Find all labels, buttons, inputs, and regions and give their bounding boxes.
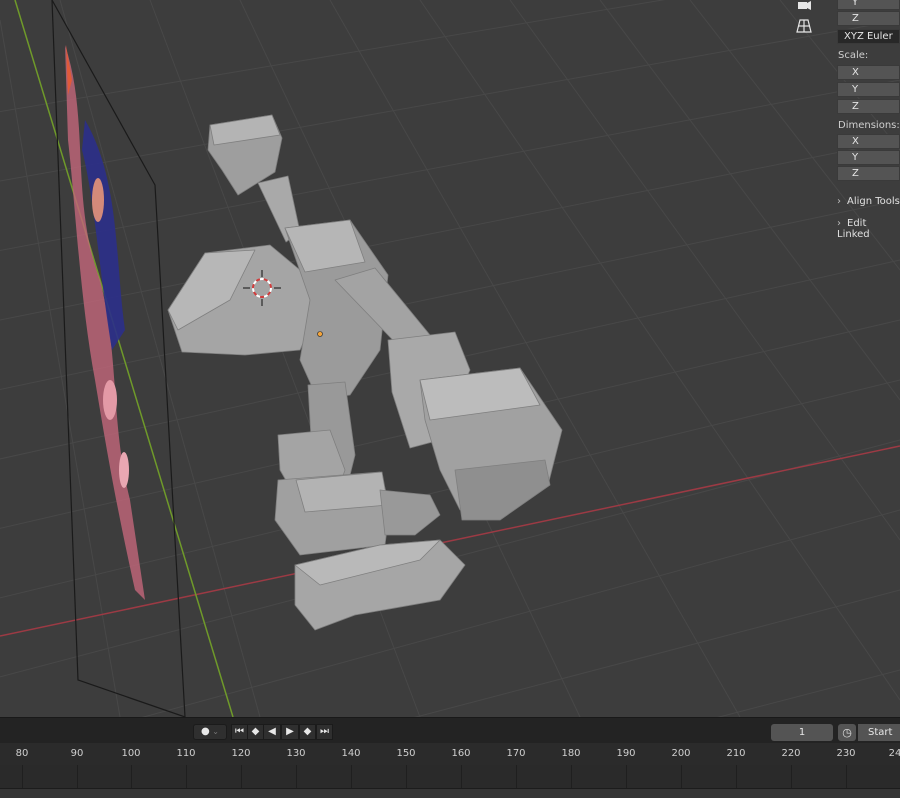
frame-gridline	[461, 765, 462, 789]
dimensions-label: Dimensions:	[838, 120, 900, 131]
play-reverse-icon: ◀	[268, 726, 276, 737]
ruler-tick: 190	[616, 748, 636, 759]
chevron-right-icon: ›	[837, 218, 841, 229]
ruler-tick: 170	[506, 748, 526, 759]
dimension-y-field[interactable]: Y	[837, 150, 900, 165]
scale-y-field[interactable]: Y	[837, 82, 900, 97]
ruler-tick: 130	[286, 748, 306, 759]
ruler-tick: 140	[341, 748, 361, 759]
edit-linked-panel[interactable]: › Edit Linked	[837, 218, 900, 240]
frame-gridline	[22, 765, 23, 789]
chevron-right-icon: ›	[837, 196, 841, 207]
object-origin	[317, 331, 323, 337]
align-tools-label: Align Tools	[847, 196, 900, 207]
frame-gridline	[846, 765, 847, 789]
dimension-x-field[interactable]: X	[837, 134, 900, 149]
rotation-y-field[interactable]: Y	[837, 0, 900, 10]
camera-icon[interactable]	[793, 0, 815, 16]
scale-x-field[interactable]: X	[837, 65, 900, 80]
frame-gridline	[736, 765, 737, 789]
ruler-tick: 80	[15, 748, 29, 759]
ruler-tick: 150	[396, 748, 416, 759]
ruler-tick: 210	[726, 748, 746, 759]
ruler-tick: 110	[176, 748, 196, 759]
prev-keyframe-button[interactable]: ◆	[247, 724, 264, 740]
start-frame-field[interactable]: Start	[858, 724, 900, 741]
play-button[interactable]: ▶	[281, 724, 299, 740]
frame-gridline	[626, 765, 627, 789]
frame-gridline	[681, 765, 682, 789]
ruler-tick: 120	[231, 748, 251, 759]
jump-start-icon: ⏮	[235, 726, 244, 737]
next-keyframe-button[interactable]: ◆	[299, 724, 316, 740]
frame-gridline	[296, 765, 297, 789]
rotation-z-field[interactable]: Z	[837, 11, 900, 26]
play-icon: ▶	[286, 726, 294, 737]
frame-gridline	[186, 765, 187, 789]
frame-gridline	[351, 765, 352, 789]
ruler-tick: 160	[451, 748, 471, 759]
frame-gridline	[791, 765, 792, 789]
dimension-z-field[interactable]: Z	[837, 166, 900, 181]
align-tools-panel[interactable]: › Align Tools	[837, 196, 900, 207]
ruler-tick: 24	[888, 748, 900, 759]
prev-keyframe-icon: ◆	[251, 726, 260, 737]
3d-viewport[interactable]	[0, 0, 900, 717]
frame-gridline	[131, 765, 132, 789]
frame-gridline	[241, 765, 242, 789]
ruler-tick: 180	[561, 748, 581, 759]
record-button[interactable]: ● ⌄	[193, 724, 227, 740]
clock-icon: ◷	[842, 726, 852, 739]
jump-end-button[interactable]: ⏭	[316, 724, 333, 740]
frame-gridline	[406, 765, 407, 789]
preview-range-button[interactable]: ◷	[838, 724, 856, 741]
ruler-tick: 100	[121, 748, 141, 759]
ruler-tick: 220	[781, 748, 801, 759]
frame-gridline	[571, 765, 572, 789]
ruler-tick: 90	[70, 748, 84, 759]
ruler-tick: 200	[671, 748, 691, 759]
perspective-grid-icon[interactable]	[793, 15, 815, 37]
frame-gridline	[77, 765, 78, 789]
record-icon: ●	[201, 726, 210, 737]
jump-start-button[interactable]: ⏮	[231, 724, 248, 740]
frame-gridline	[516, 765, 517, 789]
scale-label: Scale:	[838, 50, 869, 61]
rotation-mode-select[interactable]: XYZ Euler	[837, 29, 900, 44]
jump-end-icon: ⏭	[320, 726, 329, 737]
timeline-header	[0, 717, 900, 744]
current-frame-field[interactable]: 1	[771, 724, 833, 741]
next-keyframe-icon: ◆	[303, 726, 312, 737]
play-reverse-button[interactable]: ◀	[263, 724, 281, 740]
ruler-tick: 230	[836, 748, 856, 759]
scale-z-field[interactable]: Z	[837, 99, 900, 114]
